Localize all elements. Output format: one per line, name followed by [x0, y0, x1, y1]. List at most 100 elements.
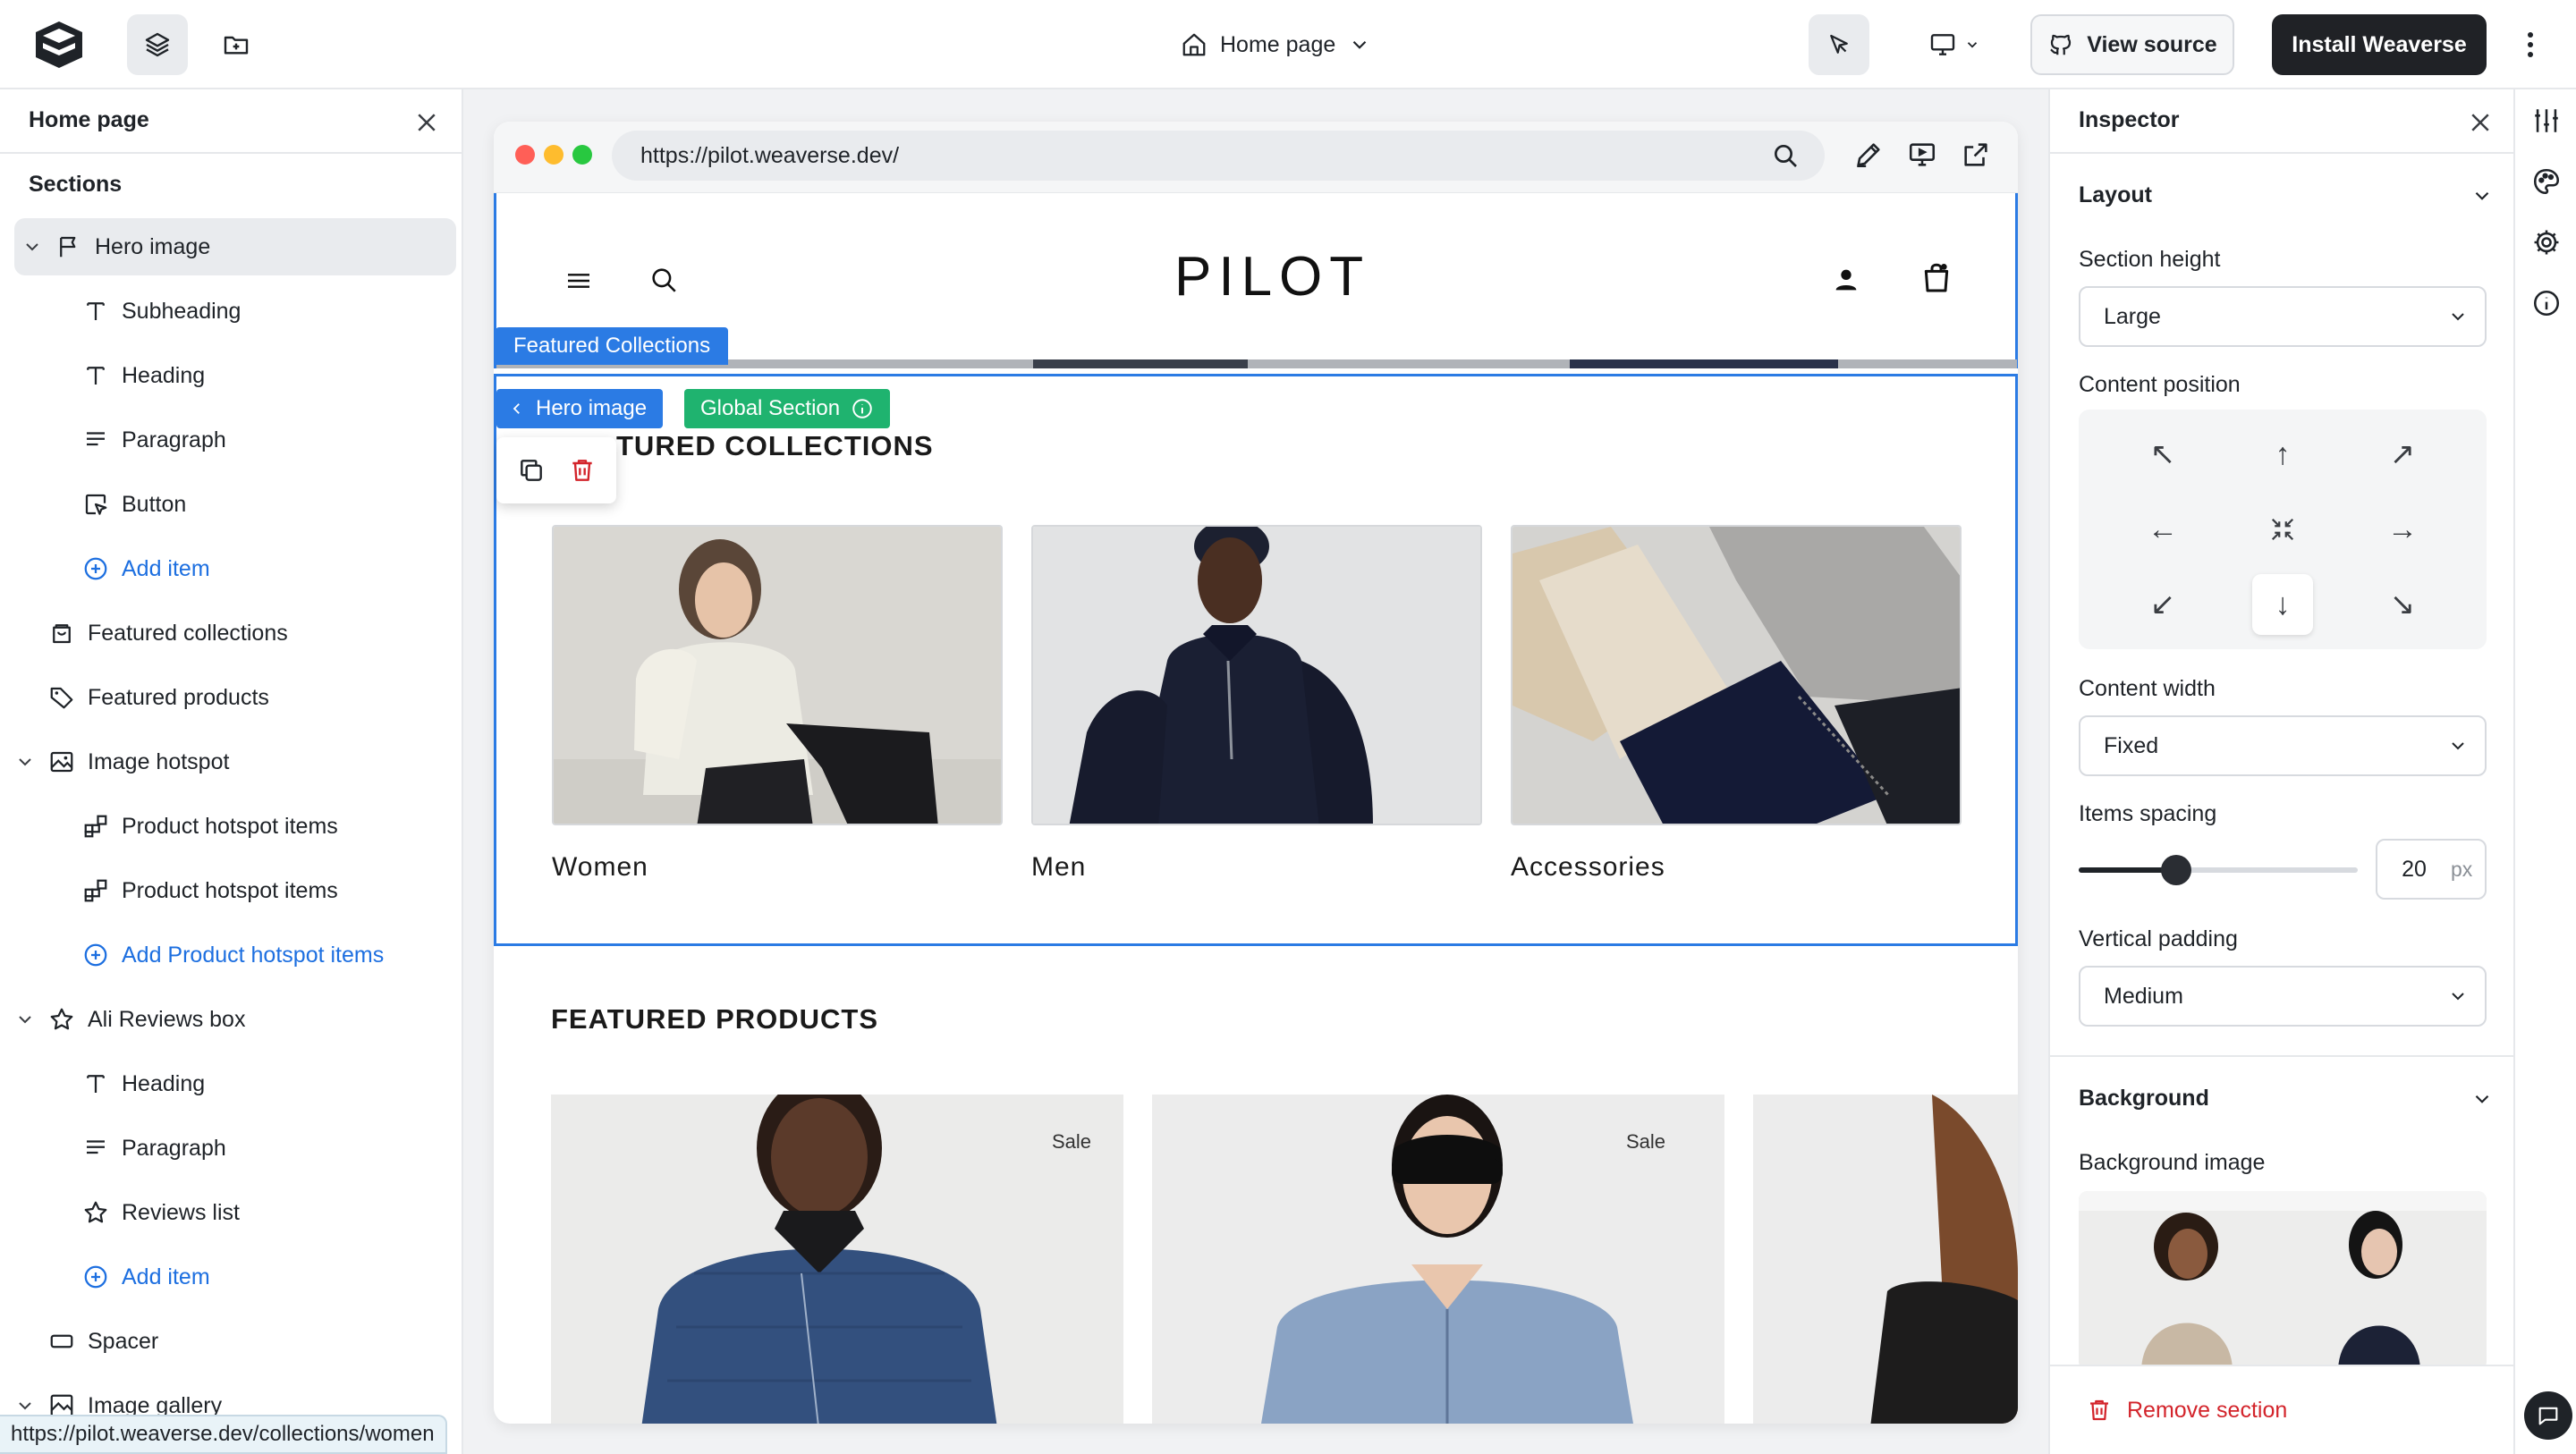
paragraph-icon [87, 432, 105, 446]
cart-icon[interactable] [1919, 259, 1954, 295]
vertical-padding-select[interactable]: Medium [2079, 966, 2487, 1027]
section-tree-item[interactable]: Subheading [82, 283, 456, 340]
section-tree-item[interactable]: Featured collections [14, 604, 456, 662]
slider-handle[interactable] [2161, 855, 2192, 885]
section-height-select[interactable]: Large [2079, 286, 2487, 347]
section-tree-item[interactable]: Featured products [14, 669, 456, 726]
product-card[interactable]: Sale [551, 1095, 1123, 1424]
collection-card-women[interactable]: Women [552, 525, 1003, 883]
remove-section-button[interactable]: Remove section [2050, 1365, 2515, 1454]
chevron-down-icon[interactable] [2470, 1087, 2494, 1111]
collection-card-men[interactable]: Men [1031, 525, 1482, 883]
breadcrumb-hero-image[interactable]: Hero image [496, 389, 664, 428]
position-bottom-right-button[interactable]: ↘ [2372, 574, 2433, 635]
info-icon[interactable] [2531, 288, 2562, 318]
edit-icon[interactable] [1853, 139, 1884, 170]
blocks-icon [84, 815, 107, 838]
section-tree-item[interactable]: Spacer [14, 1313, 456, 1370]
palette-icon[interactable] [2531, 166, 2562, 197]
plus-circle-icon [84, 943, 107, 967]
chevron-down-icon[interactable] [14, 751, 36, 773]
close-icon[interactable] [413, 109, 440, 136]
sections-panel: Home page Sections Hero image Subheading H… [0, 89, 463, 1454]
position-middle-left-button[interactable]: ← [2132, 499, 2193, 560]
add-item-button[interactable]: Add item [82, 1248, 456, 1306]
section-tree-item[interactable]: Hero image [14, 218, 456, 275]
collection-card-accessories[interactable]: Accessories [1511, 525, 1962, 883]
layout-group-title[interactable]: Layout [2079, 182, 2152, 208]
site-logo[interactable]: PILOT [1174, 245, 1370, 309]
star-icon [50, 1008, 73, 1030]
items-spacing-input[interactable]: 20 px [2376, 839, 2487, 900]
view-source-button[interactable]: View source [2030, 14, 2234, 75]
section-tree-item[interactable]: Ali Reviews box [14, 991, 456, 1048]
section-tree-item[interactable]: Product hotspot items [82, 798, 456, 855]
external-link-icon[interactable] [1961, 139, 1991, 170]
close-icon[interactable] [2467, 109, 2494, 136]
content-width-select[interactable]: Fixed [2079, 715, 2487, 776]
gear-icon[interactable] [2531, 227, 2562, 258]
collection-image-men [1031, 525, 1482, 825]
product-card[interactable] [1753, 1095, 2018, 1424]
section-tree-item[interactable]: Heading [82, 1055, 456, 1112]
chat-button[interactable] [2524, 1391, 2572, 1440]
position-top-left-button[interactable]: ↖ [2132, 424, 2193, 485]
divider [2050, 1055, 2515, 1057]
url-bar[interactable]: https://pilot.weaverse.dev/ [612, 131, 1825, 181]
page-selector[interactable]: Home page [1181, 16, 1371, 73]
section-tree-item[interactable]: Product hotspot items [82, 862, 456, 919]
position-middle-right-button[interactable]: → [2372, 499, 2433, 560]
add-item-button[interactable]: Add Product hotspot items [82, 926, 456, 984]
product-card[interactable]: Sale [1152, 1095, 1724, 1424]
section-tree-item[interactable]: Paragraph [82, 1120, 456, 1177]
weaverse-logo-icon[interactable] [32, 20, 86, 70]
section-tree-item-label: Subheading [122, 298, 242, 324]
section-tree-item-label: Heading [122, 1070, 206, 1096]
install-weaverse-button[interactable]: Install Weaverse [2272, 14, 2487, 75]
position-bottom-left-button[interactable]: ↙ [2132, 574, 2193, 635]
layers-icon [145, 32, 170, 57]
section-tree-item[interactable]: Image hotspot [14, 733, 456, 790]
featured-collections-section[interactable]: TURED COLLECTIONS Hero image Global Sect… [494, 374, 2018, 946]
trash-icon[interactable] [568, 456, 597, 485]
background-image-preview[interactable] [2079, 1191, 2487, 1370]
more-menu-button[interactable] [2517, 27, 2544, 63]
position-bottom-center-button[interactable]: ↓ [2252, 574, 2313, 635]
position-top-right-button[interactable]: ↗ [2372, 424, 2433, 485]
search-icon[interactable] [1771, 141, 1800, 170]
global-section-badge[interactable]: Global Section [684, 389, 891, 428]
add-item-button[interactable]: Add item [82, 540, 456, 597]
section-tree-item-label: Image hotspot [88, 748, 230, 774]
arrow-down-icon: ↓ [2275, 587, 2291, 621]
chevron-down-icon[interactable] [14, 1395, 36, 1416]
chevron-down-icon[interactable] [14, 1009, 36, 1030]
select-mode-button[interactable] [1809, 14, 1869, 75]
sliders-icon[interactable] [2531, 106, 2562, 136]
section-tree-item[interactable]: Button [82, 476, 456, 533]
account-icon[interactable] [1831, 265, 1861, 295]
add-page-button[interactable] [206, 14, 267, 75]
text-icon [87, 302, 105, 320]
chevron-down-icon [2452, 993, 2464, 1001]
section-tree-item[interactable]: Reviews list [82, 1184, 456, 1241]
device-selector[interactable] [1914, 14, 1995, 75]
page-selector-label: Home page [1220, 31, 1336, 57]
items-spacing-slider[interactable] [2079, 855, 2358, 885]
search-icon[interactable] [648, 265, 679, 295]
duplicate-icon[interactable] [517, 456, 546, 485]
background-group-title[interactable]: Background [2079, 1086, 2209, 1112]
section-toolbar [496, 437, 616, 503]
section-tree-item-label: Add item [122, 1264, 210, 1289]
position-center-button[interactable] [2252, 499, 2313, 560]
featured-collections-label[interactable]: Featured Collections [496, 327, 729, 365]
section-tree-item-label: Paragraph [122, 427, 226, 452]
preview-screen-icon[interactable] [1907, 139, 1937, 170]
layers-button[interactable] [127, 14, 188, 75]
section-tree-item[interactable]: Heading [82, 347, 456, 404]
section-tree-item[interactable]: Paragraph [82, 411, 456, 469]
chevron-down-icon[interactable] [21, 236, 43, 258]
position-top-center-button[interactable]: ↑ [2252, 424, 2313, 485]
hamburger-menu-icon[interactable] [564, 266, 593, 295]
chevron-down-icon[interactable] [2470, 184, 2494, 207]
section-tree-item-label: Ali Reviews box [88, 1006, 246, 1032]
